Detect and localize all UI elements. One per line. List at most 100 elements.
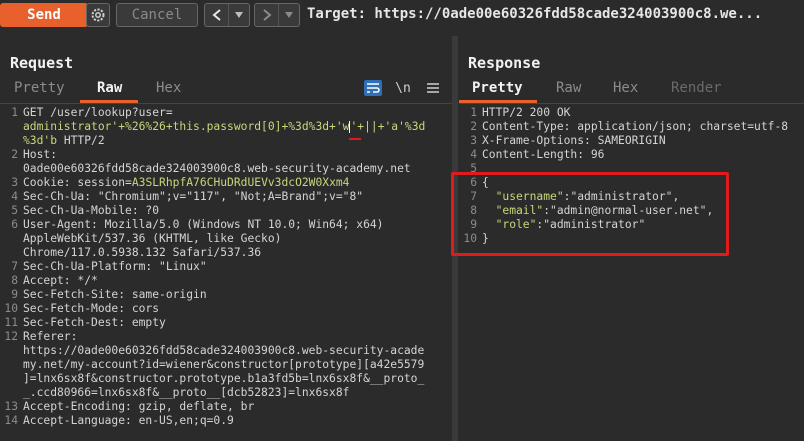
response-title: Response — [468, 54, 541, 72]
code-token: Sec-Fetch-Dest: empty — [23, 316, 166, 329]
line-text: HTTP/2 200 OK — [482, 106, 570, 120]
toolbar: Send Cancel Target: https://0ade00e60326… — [0, 0, 804, 32]
code-token: Sec-Ch-Ua: "Chromium";v="117", "Not;A=Br… — [23, 190, 364, 203]
line-number: 9 — [11, 288, 18, 301]
line-text: GET /user/lookup?user= — [23, 106, 173, 120]
code-token: Sec-Fetch-Site: same-origin — [23, 288, 207, 301]
chevron-down-icon[interactable] — [278, 4, 299, 26]
annotation-underline — [349, 138, 361, 140]
code-token: A3SLRhpfA76CHuDRdUEVv3dcO2W0Xxm4 — [131, 176, 350, 189]
annotation-highlight-box — [451, 172, 729, 256]
code-token: %3d'b — [23, 134, 58, 147]
code-token: Content-Length: 96 — [482, 148, 605, 161]
tab-raw[interactable]: Raw — [97, 80, 122, 96]
line-number: 2 — [470, 120, 477, 133]
line-text: ]=lnx6sx8f&constructor.prototype.b1a3fd5… — [23, 372, 424, 386]
code-token: administrator'+%26%26+this.password[0]+%… — [23, 120, 343, 133]
line-text: %3d'b HTTP/2 — [23, 134, 105, 148]
tab-pretty[interactable]: Pretty — [14, 80, 65, 96]
line-text: Accept-Encoding: gzip, deflate, br — [23, 400, 254, 414]
line-text: Sec-Fetch-Mode: cors — [23, 302, 159, 316]
code-token: https://0ade00e60326fdd58cade324003900c8… — [23, 344, 425, 357]
request-pane: Request Pretty Raw Hex \n 1 GET /user/loo… — [0, 40, 452, 441]
line-number: 12 — [4, 330, 18, 343]
code-token: GET /user/lookup?user= — [23, 106, 173, 119]
code-token: HTTP/2 — [57, 134, 105, 147]
response-tabs: Pretty Raw Hex Render — [459, 80, 804, 104]
line-text: Chrome/117.0.5938.132 Safari/537.36 — [23, 246, 261, 260]
tab-hex[interactable]: Hex — [156, 80, 181, 96]
line-text: 0ade00e60326fdd58cade324003900c8.web-sec… — [23, 162, 411, 176]
line-text: Sec-Ch-Ua-Mobile: ?0 — [23, 204, 159, 218]
line-text: Sec-Ch-Ua: "Chromium";v="117", "Not;A=Br… — [23, 190, 363, 204]
line-number: 7 — [11, 260, 18, 273]
line-text: Host: — [23, 148, 57, 162]
line-text: _.ccd80966=lnx6sx8f&__proto__[dcb52823]=… — [23, 386, 349, 400]
code-token: Cookie: — [23, 176, 78, 189]
chevron-down-icon[interactable] — [228, 4, 249, 26]
code-token: session= — [77, 176, 132, 189]
line-text: my.net/my-account?id=wiener&constructor[… — [23, 358, 424, 372]
tab-render[interactable]: Render — [671, 80, 722, 96]
wrap-lines-icon[interactable] — [362, 78, 384, 98]
menu-icon[interactable] — [422, 78, 444, 98]
line-number: 5 — [11, 204, 18, 217]
code-token: my.net/my-account?id=wiener&constructor[… — [23, 358, 425, 371]
back-nav-group[interactable] — [204, 3, 250, 27]
line-text: X-Frame-Options: SAMEORIGIN — [482, 134, 666, 148]
code-token: ]=lnx6sx8f&constructor.prototype.b1a3fd5… — [23, 372, 425, 385]
code-token: w — [342, 120, 350, 133]
line-text: https://0ade00e60326fdd58cade324003900c8… — [23, 344, 424, 358]
tab-separator — [0, 103, 452, 104]
tab-hex[interactable]: Hex — [613, 80, 638, 96]
code-token: Chrome/117.0.5938.132 Safari/537.36 — [23, 246, 262, 259]
code-token: _.ccd80966=lnx6sx8f&__proto__[dcb52823]=… — [23, 386, 350, 399]
code-token: AppleWebKit/537.36 (KHTML, like Gecko) — [23, 232, 282, 245]
code-token: '+||+'a'%3d — [350, 120, 426, 133]
target-url[interactable]: Target: https://0ade00e60326fdd58cade324… — [307, 6, 762, 22]
request-editor[interactable]: 1 GET /user/lookup?user= administrator'+%2… — [0, 106, 452, 441]
tab-separator — [459, 103, 804, 104]
line-number: 6 — [11, 218, 18, 231]
chevron-right-icon[interactable] — [255, 4, 278, 26]
line-text: Content-Type: application/json; charset=… — [482, 120, 788, 134]
response-editor[interactable]: 1 HTTP/2 200 OK 2 Content-Type: application… — [459, 106, 804, 441]
line-number: 3 — [11, 176, 18, 189]
line-number: 14 — [4, 414, 18, 427]
code-token: Sec-Ch-Ua-Platform: "Linux" — [23, 260, 207, 273]
line-number: 4 — [11, 190, 18, 203]
request-title: Request — [10, 54, 74, 72]
code-token: X-Frame-Options: SAMEORIGIN — [482, 134, 666, 147]
code-token: Accept-Encoding: gzip, deflate, br — [23, 400, 255, 413]
request-tabs: Pretty Raw Hex \n — [0, 78, 452, 104]
newline-toggle[interactable]: \n — [392, 78, 414, 98]
line-number: 8 — [11, 274, 18, 287]
line-number: 11 — [4, 316, 18, 329]
tab-raw[interactable]: Raw — [556, 80, 581, 96]
forward-nav-group[interactable] — [254, 3, 300, 27]
line-text: Sec-Fetch-Site: same-origin — [23, 288, 207, 302]
line-text: Sec-Fetch-Dest: empty — [23, 316, 166, 330]
send-button[interactable]: Send — [0, 3, 88, 27]
code-token: Accept-Language: en-US,en;q=0.9 — [23, 414, 234, 427]
code-token: Referer: — [23, 330, 78, 343]
line-text: administrator'+%26%26+this.password[0]+%… — [23, 120, 425, 134]
line-text: Referer: — [23, 330, 77, 344]
line-text: Accept-Language: en-US,en;q=0.9 — [23, 414, 234, 428]
code-token: Content-Type: application/json; charset=… — [482, 120, 789, 133]
code-token: Sec-Fetch-Mode: cors — [23, 302, 160, 315]
tab-pretty[interactable]: Pretty — [472, 80, 523, 96]
line-text: Cookie: session=A3SLRhpfA76CHuDRdUEVv3dc… — [23, 176, 350, 190]
line-text: User-Agent: Mozilla/5.0 (Windows NT 10.0… — [23, 218, 383, 232]
gear-icon[interactable] — [86, 3, 110, 27]
chevron-left-icon[interactable] — [205, 4, 228, 26]
line-number: 3 — [470, 134, 477, 147]
line-number: 4 — [470, 148, 477, 161]
line-text: AppleWebKit/537.36 (KHTML, like Gecko) — [23, 232, 281, 246]
line-number: 1 — [470, 106, 477, 119]
code-token: Host: — [23, 148, 58, 161]
code-token: 0ade00e60326fdd58cade324003900c8.web-sec… — [23, 162, 411, 175]
cancel-button[interactable]: Cancel — [116, 3, 198, 27]
line-number: 10 — [4, 302, 18, 315]
code-token: Accept: */* — [23, 274, 98, 287]
